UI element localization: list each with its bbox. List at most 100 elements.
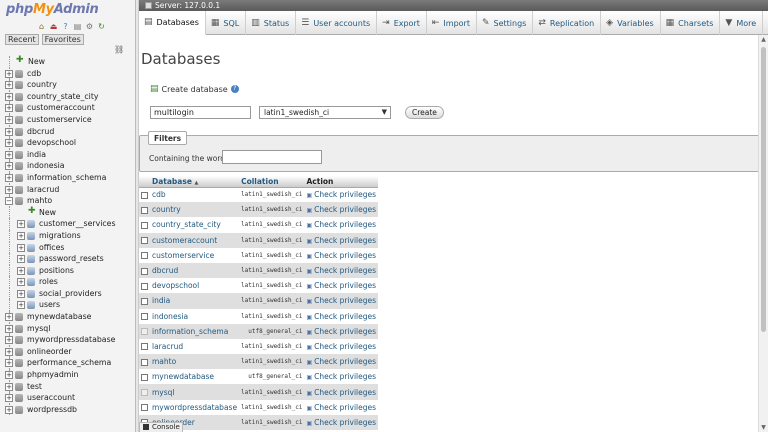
- database-name-link[interactable]: information_schema: [150, 323, 240, 339]
- check-privileges-link[interactable]: ▣ Check privileges: [304, 187, 379, 203]
- expand-icon[interactable]: +: [5, 104, 13, 113]
- tab-export[interactable]: ⇥ Export: [377, 11, 427, 35]
- expand-icon[interactable]: +: [5, 69, 13, 78]
- row-checkbox[interactable]: [141, 191, 148, 199]
- row-checkbox[interactable]: [141, 358, 148, 366]
- row-checkbox[interactable]: [141, 206, 148, 214]
- tab-status[interactable]: ▥ Status: [246, 11, 297, 35]
- tree-item[interactable]: + users: [0, 299, 135, 312]
- row-checkbox[interactable]: [141, 252, 148, 260]
- tab-charsets[interactable]: ▦ Charsets: [661, 11, 721, 35]
- home-icon[interactable]: ⌂: [37, 22, 46, 31]
- expand-icon[interactable]: +: [5, 81, 13, 90]
- tab-sql[interactable]: ▦ SQL: [206, 11, 247, 35]
- tree-item[interactable]: ✚ New: [0, 55, 135, 68]
- docs-icon[interactable]: ▤: [73, 22, 82, 31]
- expand-icon[interactable]: +: [17, 266, 25, 275]
- tree-item[interactable]: + india: [0, 148, 135, 161]
- row-checkbox[interactable]: [141, 237, 148, 245]
- check-privileges-link[interactable]: ▣ Check privileges: [304, 247, 379, 263]
- check-privileges-link[interactable]: ▣ Check privileges: [304, 262, 379, 279]
- expand-icon[interactable]: +: [17, 243, 25, 252]
- tree-item[interactable]: + test: [0, 380, 135, 393]
- tree-item[interactable]: + migrations: [0, 229, 135, 242]
- check-privileges-link[interactable]: ▣ Check privileges: [304, 384, 379, 400]
- tree-item[interactable]: + offices: [0, 241, 135, 254]
- tree-item[interactable]: + devopschool: [0, 137, 135, 149]
- database-name-link[interactable]: customerservice: [150, 247, 240, 263]
- expand-icon[interactable]: +: [17, 255, 25, 264]
- tree-item[interactable]: + mynewdatabase: [0, 311, 135, 323]
- tab-import[interactable]: ⇤ Import: [427, 11, 477, 35]
- collation-select[interactable]: latin1_swedish_ci ▼: [259, 106, 391, 119]
- check-privileges-link[interactable]: ▣ Check privileges: [304, 278, 379, 294]
- tree-item[interactable]: + useraccount: [0, 392, 135, 404]
- row-checkbox[interactable]: [141, 404, 148, 412]
- check-privileges-link[interactable]: ▣ Check privileges: [304, 414, 379, 430]
- tab-variables[interactable]: ◈ Variables: [601, 11, 661, 35]
- database-name-link[interactable]: customeraccount: [150, 232, 240, 248]
- check-privileges-link[interactable]: ▣ Check privileges: [304, 369, 379, 385]
- tree-item[interactable]: + mywordpressdatabase: [0, 334, 135, 346]
- reload-icon[interactable]: ↻: [97, 22, 106, 31]
- tree-item[interactable]: + social_providers: [0, 287, 135, 300]
- check-privileges-link[interactable]: ▣ Check privileges: [304, 202, 379, 218]
- tree-item[interactable]: + performance_schema: [0, 357, 135, 370]
- check-privileges-link[interactable]: ▣ Check privileges: [304, 399, 379, 415]
- tree-item[interactable]: + password_resets: [0, 253, 135, 265]
- tree-item[interactable]: + information_schema: [0, 171, 135, 184]
- database-name-link[interactable]: mysql: [150, 384, 240, 400]
- filter-word-input[interactable]: [222, 150, 322, 164]
- expand-icon[interactable]: +: [17, 231, 25, 240]
- console-toggle[interactable]: Console: [139, 422, 183, 432]
- expand-icon[interactable]: +: [5, 173, 13, 182]
- expand-icon[interactable]: +: [17, 289, 25, 298]
- check-privileges-link[interactable]: ▣ Check privileges: [304, 323, 379, 339]
- database-name-link[interactable]: country: [150, 202, 240, 218]
- database-name-link[interactable]: dbcrud: [150, 262, 240, 279]
- scroll-up-icon[interactable]: ▲: [759, 35, 768, 44]
- logout-icon[interactable]: ⏏: [49, 22, 58, 31]
- row-checkbox[interactable]: [141, 267, 148, 275]
- expand-icon[interactable]: +: [5, 336, 13, 345]
- server-breadcrumb[interactable]: Server: 127.0.0.1: [139, 0, 768, 11]
- check-privileges-link[interactable]: ▣ Check privileges: [304, 232, 379, 248]
- tree-item[interactable]: + wordpressdb: [0, 403, 135, 416]
- tree-item[interactable]: + mysql: [0, 322, 135, 335]
- database-column-header[interactable]: Database ▲: [150, 176, 240, 188]
- database-name-link[interactable]: devopschool: [150, 278, 240, 294]
- row-checkbox[interactable]: [141, 221, 148, 229]
- row-checkbox[interactable]: [141, 297, 148, 305]
- tree-item[interactable]: + indonesia: [0, 160, 135, 172]
- database-name-link[interactable]: cdb: [150, 187, 240, 203]
- expand-icon[interactable]: +: [5, 324, 13, 333]
- row-checkbox[interactable]: [141, 373, 148, 381]
- expand-icon[interactable]: +: [5, 162, 13, 171]
- tab-user-accounts[interactable]: ☰ User accounts: [296, 11, 378, 35]
- expand-icon[interactable]: +: [17, 301, 25, 310]
- tree-item[interactable]: ✚ New: [0, 206, 135, 219]
- expand-icon[interactable]: +: [5, 185, 13, 194]
- expand-icon[interactable]: +: [5, 371, 13, 380]
- tree-item[interactable]: + country_state_city: [0, 90, 135, 103]
- expand-icon[interactable]: +: [5, 382, 13, 391]
- expand-icon[interactable]: +: [5, 150, 13, 159]
- check-privileges-link[interactable]: ▣ Check privileges: [304, 308, 379, 324]
- database-name-link[interactable]: mahto: [150, 354, 240, 370]
- tab-replication[interactable]: ⇄ Replication: [533, 11, 602, 35]
- tree-item[interactable]: + cdb: [0, 67, 135, 80]
- check-privileges-link[interactable]: ▣ Check privileges: [304, 217, 379, 233]
- database-name-link[interactable]: mynewdatabase: [150, 369, 240, 385]
- tree-item[interactable]: + country: [0, 79, 135, 91]
- check-privileges-link[interactable]: ▣ Check privileges: [304, 354, 379, 370]
- expand-icon[interactable]: +: [5, 139, 13, 148]
- create-button[interactable]: Create: [405, 106, 444, 119]
- tree-item[interactable]: + customeraccount: [0, 102, 135, 114]
- tree-item[interactable]: + positions: [0, 264, 135, 277]
- settings-icon[interactable]: ⚙: [85, 22, 94, 31]
- check-privileges-link[interactable]: ▣ Check privileges: [304, 338, 379, 355]
- database-name-link[interactable]: mywordpressdatabase: [150, 399, 240, 415]
- page-scrollbar[interactable]: ▲ ▼: [758, 35, 768, 432]
- link-icon[interactable]: ⛓: [114, 45, 124, 54]
- expand-icon[interactable]: −: [5, 197, 13, 206]
